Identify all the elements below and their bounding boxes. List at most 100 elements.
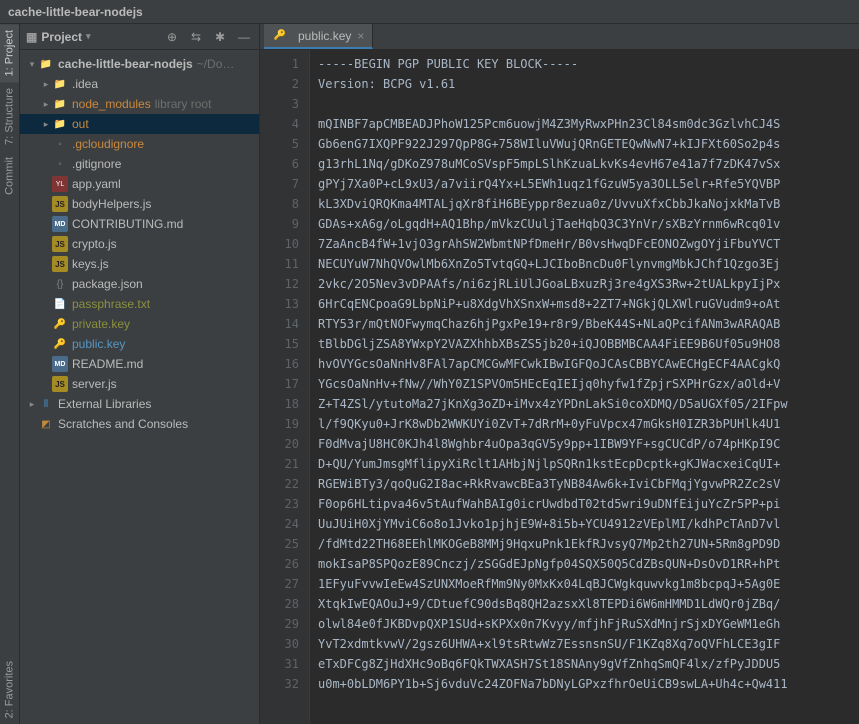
- tree-folder[interactable]: ▸📁node_moduleslibrary root: [20, 94, 259, 114]
- tree-node-suffix: ~/Do…: [197, 57, 235, 71]
- code-line: 1EFyuFvvwIeEw4SzUNXMoeRfMm9Ny0MxKx04LqBJ…: [318, 574, 851, 594]
- tree-file[interactable]: 📄passphrase.txt: [20, 294, 259, 314]
- line-number: 26: [260, 554, 299, 574]
- code-line: tBlbDGljZSA8YWxpY2VAZXhhbXBsZS5jb20+iQJO…: [318, 334, 851, 354]
- tree-node-label: private.key: [72, 317, 130, 331]
- close-icon[interactable]: ×: [357, 29, 364, 43]
- tree-file[interactable]: MDCONTRIBUTING.md: [20, 214, 259, 234]
- tree-node-label: out: [72, 117, 89, 131]
- file-icon: 🔑: [52, 336, 68, 352]
- window-title: cache-little-bear-nodejs: [8, 5, 143, 19]
- line-number: 11: [260, 254, 299, 274]
- line-number: 8: [260, 194, 299, 214]
- code-line: NECUYuW7NhQVOwlMb6XnZo5TvtqGQ+LJCIboBncD…: [318, 254, 851, 274]
- code-line: eTxDFCg8ZjHdXHc9oBq6FQkTWXASH7St18SNAny9…: [318, 654, 851, 674]
- line-number: 25: [260, 534, 299, 554]
- tree-arrow-icon: ▸: [26, 399, 38, 410]
- tree-external-libraries[interactable]: ▸⫴External Libraries: [20, 394, 259, 414]
- scratches-icon: ◩: [38, 416, 54, 432]
- code-line: F0dMvajU8HC0KJh4l8Wghbr4uOpa3qGV5y9pp+1I…: [318, 434, 851, 454]
- line-number: 27: [260, 574, 299, 594]
- line-number: 32: [260, 674, 299, 694]
- line-number: 9: [260, 214, 299, 234]
- line-number: 6: [260, 154, 299, 174]
- tree-file[interactable]: MDREADME.md: [20, 354, 259, 374]
- file-icon: JS: [52, 236, 68, 252]
- select-opened-file-icon[interactable]: ⊕: [163, 28, 181, 46]
- tool-rail-item[interactable]: 1: Project: [0, 24, 19, 82]
- line-number: 29: [260, 614, 299, 634]
- tree-file[interactable]: ◦.gitignore: [20, 154, 259, 174]
- window-title-bar: cache-little-bear-nodejs: [0, 0, 859, 24]
- tree-file[interactable]: JSbodyHelpers.js: [20, 194, 259, 214]
- tab-public-key[interactable]: 🔑 public.key ×: [264, 24, 373, 49]
- tool-rail-item[interactable]: 2: Favorites: [0, 655, 19, 724]
- line-number: 17: [260, 374, 299, 394]
- code-line: u0m+0bLDM6PY1b+Sj6vduVc24ZOFNa7bDNyLGPxz…: [318, 674, 851, 694]
- editor-area: 🔑 public.key × 1234567891011121314151617…: [260, 24, 859, 724]
- tree-file[interactable]: 🔑private.key: [20, 314, 259, 334]
- file-icon: YL: [52, 176, 68, 192]
- tree-arrow-icon: ▸: [40, 119, 52, 130]
- tree-node-label: .gcloudignore: [72, 137, 144, 151]
- file-icon: MD: [52, 356, 68, 372]
- file-icon: ◦: [52, 156, 68, 172]
- line-gutter: 1234567891011121314151617181920212223242…: [260, 50, 310, 724]
- tree-file[interactable]: ◦ .gcloudignore: [20, 134, 259, 154]
- line-number: 22: [260, 474, 299, 494]
- tree-file[interactable]: 🔑 public.key: [20, 334, 259, 354]
- tree-folder[interactable]: ▸📁 out: [20, 114, 259, 134]
- line-number: 1: [260, 54, 299, 74]
- code-line: kL3XDviQRQKma4MTALjqXr8fiH6BEyppr8ezua0z…: [318, 194, 851, 214]
- code-line: /fdMtd22TH68EEhlMKOGeB8MMj9HqxuPnk1EkfRJ…: [318, 534, 851, 554]
- tree-node-label: package.json: [72, 277, 143, 291]
- project-tree[interactable]: ▾📁cache-little-bear-nodejs~/Do…▸📁.idea▸📁…: [20, 50, 259, 724]
- tree-node-suffix: library root: [155, 97, 212, 111]
- line-number: 13: [260, 294, 299, 314]
- line-number: 31: [260, 654, 299, 674]
- left-tool-rail: 1: Project7: StructureCommit 2: Favorites: [0, 24, 20, 724]
- code-line: YvT2xdmtkvwV/2gsz6UHWA+xl9tsRtwWz7Essnsn…: [318, 634, 851, 654]
- line-number: 14: [260, 314, 299, 334]
- editor[interactable]: 1234567891011121314151617181920212223242…: [260, 50, 859, 724]
- tree-file[interactable]: JSkeys.js: [20, 254, 259, 274]
- project-panel-title[interactable]: ▦ Project ▾: [26, 30, 91, 44]
- line-number: 5: [260, 134, 299, 154]
- tree-node-label: keys.js: [72, 257, 109, 271]
- file-icon: ◦: [52, 136, 68, 152]
- code-content[interactable]: -----BEGIN PGP PUBLIC KEY BLOCK-----Vers…: [310, 50, 859, 724]
- tree-arrow-icon: ▾: [26, 59, 38, 70]
- code-line: XtqkIwEQAOuJ+9/CDtuefC90dsBq8QH2azsxXl8T…: [318, 594, 851, 614]
- tree-node-label: public.key: [72, 337, 125, 351]
- tree-node-label: server.js: [72, 377, 117, 391]
- tree-scratches[interactable]: ◩ Scratches and Consoles: [20, 414, 259, 434]
- line-number: 18: [260, 394, 299, 414]
- file-icon: JS: [52, 196, 68, 212]
- settings-icon[interactable]: ✱: [211, 28, 229, 46]
- collapse-all-icon[interactable]: ⇆: [187, 28, 205, 46]
- line-number: 20: [260, 434, 299, 454]
- folder-icon: 📁: [52, 76, 68, 92]
- line-number: 23: [260, 494, 299, 514]
- project-panel-header: ▦ Project ▾ ⊕ ⇆ ✱ —: [20, 24, 259, 50]
- tree-node-label: passphrase.txt: [72, 297, 150, 311]
- tree-node-label: External Libraries: [58, 397, 151, 411]
- line-number: 4: [260, 114, 299, 134]
- tree-folder[interactable]: ▸📁.idea: [20, 74, 259, 94]
- folder-icon: 📁: [52, 116, 68, 132]
- editor-tab-bar: 🔑 public.key ×: [260, 24, 859, 50]
- tree-file[interactable]: JScrypto.js: [20, 234, 259, 254]
- code-line: RGEWiBTy3/qoQuG2I8ac+RkRvawcBEa3TyNB84Aw…: [318, 474, 851, 494]
- tool-rail-item[interactable]: Commit: [0, 151, 19, 201]
- tree-node-label: Scratches and Consoles: [58, 417, 188, 431]
- folder-icon: 📁: [38, 56, 54, 72]
- tree-file[interactable]: YL app.yaml: [20, 174, 259, 194]
- line-number: 28: [260, 594, 299, 614]
- code-line: Gb6enG7IXQPF922J297QpP8G+758WIluVWujQRnG…: [318, 134, 851, 154]
- tree-node-label: app.yaml: [72, 177, 121, 191]
- tool-rail-item[interactable]: 7: Structure: [0, 82, 19, 151]
- hide-panel-icon[interactable]: —: [235, 28, 253, 46]
- tree-file[interactable]: JSserver.js: [20, 374, 259, 394]
- tree-root[interactable]: ▾📁cache-little-bear-nodejs~/Do…: [20, 54, 259, 74]
- tree-file[interactable]: {}package.json: [20, 274, 259, 294]
